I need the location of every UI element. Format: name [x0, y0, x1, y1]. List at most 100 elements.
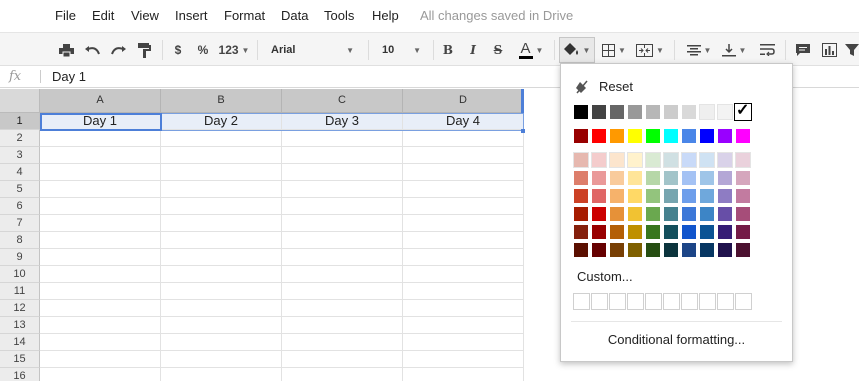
sheet-cell[interactable] — [403, 368, 524, 381]
color-swatch[interactable] — [591, 242, 607, 258]
row-header[interactable]: 1 — [0, 113, 40, 130]
custom-color-slot[interactable] — [717, 293, 734, 310]
color-swatch[interactable] — [645, 206, 661, 222]
color-swatch[interactable] — [627, 224, 643, 240]
sheet-cell[interactable] — [403, 232, 524, 249]
color-swatch[interactable] — [591, 206, 607, 222]
sheet-cell[interactable]: Day 2 — [161, 113, 282, 130]
row-header[interactable]: 3 — [0, 147, 40, 164]
sheet-cell[interactable] — [282, 215, 403, 232]
color-swatch[interactable] — [573, 188, 589, 204]
color-swatch[interactable] — [645, 128, 661, 144]
select-all-corner[interactable] — [0, 89, 40, 113]
row-header[interactable]: 15 — [0, 351, 40, 368]
row-header[interactable]: 9 — [0, 249, 40, 266]
color-swatch[interactable] — [717, 128, 733, 144]
menu-help[interactable]: Help — [372, 8, 399, 23]
color-swatch[interactable] — [663, 206, 679, 222]
formula-input[interactable]: Day 1 — [52, 69, 86, 84]
color-swatch[interactable] — [591, 188, 607, 204]
color-swatch[interactable] — [681, 152, 697, 168]
color-swatch[interactable] — [717, 170, 733, 186]
sheet-cell[interactable] — [403, 181, 524, 198]
sheet-cell[interactable] — [403, 130, 524, 147]
row-header[interactable]: 11 — [0, 283, 40, 300]
color-swatch[interactable] — [699, 152, 715, 168]
color-swatch[interactable] — [681, 206, 697, 222]
color-swatch[interactable] — [717, 206, 733, 222]
menu-view[interactable]: View — [131, 8, 159, 23]
strikethrough-button[interactable]: S — [490, 39, 506, 61]
merge-cells-button[interactable]: ▼ — [633, 39, 667, 61]
undo-button[interactable] — [82, 39, 102, 61]
vertical-align-button[interactable]: ▼ — [718, 39, 750, 61]
sheet-cell[interactable] — [282, 300, 403, 317]
color-swatch[interactable] — [681, 170, 697, 186]
sheet-cell[interactable] — [403, 351, 524, 368]
insert-comment-button[interactable] — [793, 39, 813, 61]
sheet-cell[interactable] — [403, 215, 524, 232]
column-header-b[interactable]: B — [161, 89, 282, 113]
sheet-cell[interactable] — [282, 232, 403, 249]
conditional-formatting-button[interactable]: Conditional formatting... — [561, 332, 792, 347]
color-swatch[interactable] — [735, 152, 751, 168]
color-swatch[interactable] — [681, 224, 697, 240]
sheet-cell[interactable]: Day 1 — [40, 113, 161, 130]
sheet-cell[interactable] — [40, 215, 161, 232]
redo-button[interactable] — [108, 39, 128, 61]
sheet-cell[interactable] — [403, 300, 524, 317]
sheet-cell[interactable] — [282, 181, 403, 198]
color-swatch[interactable] — [573, 152, 589, 168]
sheet-cell[interactable] — [40, 334, 161, 351]
font-family-select[interactable]: Arial ▼ — [265, 39, 360, 61]
color-swatch[interactable] — [663, 170, 679, 186]
color-swatch[interactable] — [573, 104, 589, 120]
sheet-cell[interactable] — [161, 266, 282, 283]
sheet-cell[interactable] — [40, 283, 161, 300]
sheet-cell[interactable] — [282, 266, 403, 283]
row-header[interactable]: 14 — [0, 334, 40, 351]
color-swatch[interactable] — [573, 224, 589, 240]
menu-insert[interactable]: Insert — [175, 8, 208, 23]
sheet-cell[interactable] — [282, 198, 403, 215]
sheet-cell[interactable] — [403, 147, 524, 164]
sheet-cell[interactable] — [161, 147, 282, 164]
more-formats-button[interactable]: 123 ▼ — [218, 39, 250, 61]
sheet-cell[interactable] — [161, 351, 282, 368]
reset-color-button[interactable]: Reset — [575, 79, 633, 94]
color-swatch[interactable] — [573, 170, 589, 186]
sheet-cell[interactable] — [40, 147, 161, 164]
row-header[interactable]: 2 — [0, 130, 40, 147]
text-wrap-button[interactable] — [756, 39, 778, 61]
currency-format-button[interactable]: $ — [170, 39, 186, 61]
color-swatch[interactable] — [573, 128, 589, 144]
color-swatch[interactable] — [609, 188, 625, 204]
custom-color-slot[interactable] — [735, 293, 752, 310]
color-swatch[interactable] — [591, 170, 607, 186]
sheet-cell[interactable] — [282, 351, 403, 368]
sheet-cell[interactable] — [403, 198, 524, 215]
color-swatch[interactable] — [573, 206, 589, 222]
row-header[interactable]: 8 — [0, 232, 40, 249]
sheet-cell[interactable] — [282, 164, 403, 181]
color-swatch[interactable] — [645, 104, 661, 120]
custom-color-slot[interactable] — [663, 293, 680, 310]
sheet-cell[interactable] — [40, 232, 161, 249]
color-swatch[interactable] — [663, 152, 679, 168]
color-swatch[interactable] — [627, 206, 643, 222]
sheet-cell[interactable] — [161, 164, 282, 181]
menu-file[interactable]: File — [55, 8, 76, 23]
sheet-cell[interactable] — [40, 317, 161, 334]
color-swatch[interactable] — [627, 188, 643, 204]
column-header-c[interactable]: C — [282, 89, 403, 113]
custom-color-slot[interactable] — [591, 293, 608, 310]
color-swatch[interactable] — [699, 242, 715, 258]
sheet-cell[interactable] — [40, 351, 161, 368]
sheet-cell[interactable] — [161, 368, 282, 381]
custom-color-slot[interactable] — [645, 293, 662, 310]
custom-color-slot[interactable] — [573, 293, 590, 310]
sheet-cell[interactable] — [161, 249, 282, 266]
color-swatch[interactable] — [573, 242, 589, 258]
color-swatch[interactable] — [627, 128, 643, 144]
sheet-cell[interactable] — [161, 283, 282, 300]
